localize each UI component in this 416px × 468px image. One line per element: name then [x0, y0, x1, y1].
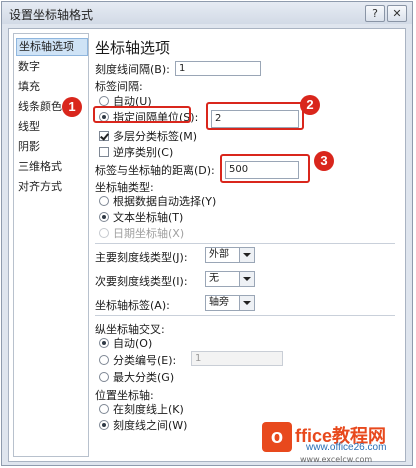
cross-category-number-label: 分类编号(E):: [113, 354, 177, 367]
axis-type-text-label: 文本坐标轴(T): [113, 211, 184, 224]
major-tick-value: 外部: [209, 249, 229, 260]
label-interval-group-label: 标签间隔:: [95, 80, 143, 93]
position-between-tick-label: 刻度线之间(W): [113, 419, 188, 432]
sidebar-item-line-style[interactable]: 线型: [18, 118, 86, 136]
label-interval-auto-radio[interactable]: [99, 96, 109, 106]
sidebar-item-number[interactable]: 数字: [18, 58, 86, 76]
office-logo-icon: o: [262, 422, 292, 452]
separator: [95, 315, 395, 316]
watermark-url: www.excelcw.com: [300, 455, 373, 464]
callout-2: 2: [300, 95, 320, 115]
chevron-down-icon: [239, 272, 254, 286]
cross-category-number-input[interactable]: 1: [191, 351, 283, 366]
position-on-tick-label: 在刻度线上(K): [113, 403, 184, 416]
title-bar: 设置坐标轴格式 ? ✕: [2, 2, 412, 24]
multilevel-label: 多层分类标签(M): [113, 130, 198, 143]
panel-heading: 坐标轴选项: [95, 39, 171, 57]
axis-labels-value: 轴旁: [209, 297, 229, 308]
chevron-down-icon: [239, 296, 254, 310]
sidebar-item-fill[interactable]: 填充: [18, 78, 86, 96]
chevron-down-icon: [239, 248, 254, 262]
minor-tick-select[interactable]: 无: [205, 271, 255, 287]
axis-type-date-label: 日期坐标轴(X): [113, 227, 185, 240]
minor-tick-value: 无: [209, 273, 219, 284]
axis-type-text-radio[interactable]: [99, 212, 109, 222]
sidebar-item-3d-format[interactable]: 三维格式: [18, 158, 86, 176]
axis-labels-label: 坐标轴标签(A):: [95, 299, 170, 312]
tick-interval-input[interactable]: 1: [175, 61, 261, 76]
sidebar-item-alignment[interactable]: 对齐方式: [18, 178, 86, 196]
major-tick-select[interactable]: 外部: [205, 247, 255, 263]
highlight-box-3: [220, 154, 310, 183]
callout-3: 3: [314, 151, 334, 171]
reverse-categories-checkbox[interactable]: [99, 147, 109, 157]
highlight-box-2: [206, 102, 304, 130]
cross-category-number-radio[interactable]: [99, 355, 109, 365]
cross-max-category-radio[interactable]: [99, 372, 109, 382]
highlight-box-1: [93, 106, 191, 123]
minor-tick-label: 次要刻度线类型(I):: [95, 275, 188, 288]
help-icon[interactable]: ?: [365, 5, 385, 22]
cross-auto-radio[interactable]: [99, 338, 109, 348]
cross-max-category-label: 最大分类(G): [113, 371, 175, 384]
axis-type-auto-radio[interactable]: [99, 196, 109, 206]
reverse-categories-label: 逆序类别(C): [113, 146, 174, 159]
axis-type-auto-label: 根据数据自动选择(Y): [113, 195, 217, 208]
dialog-body: 坐标轴选项 数字 填充 线条颜色 线型 阴影 三维格式 对齐方式 坐标轴选项 刻…: [8, 28, 406, 462]
axis-options-panel: 坐标轴选项 刻度线间隔(B): 1 标签间隔: 自动(U) 指定间隔单位(S):…: [93, 33, 401, 457]
position-between-tick-radio[interactable]: [99, 420, 109, 430]
tick-interval-label: 刻度线间隔(B):: [95, 63, 170, 76]
category-sidebar: 坐标轴选项 数字 填充 线条颜色 线型 阴影 三维格式 对齐方式: [13, 33, 89, 457]
multilevel-checkbox[interactable]: [99, 131, 109, 141]
format-axis-dialog: 设置坐标轴格式 ? ✕ 坐标轴选项 数字 填充 线条颜色 线型 阴影 三维格式 …: [1, 1, 413, 466]
major-tick-label: 主要刻度线类型(J):: [95, 251, 188, 264]
window-title: 设置坐标轴格式: [9, 8, 94, 22]
axis-labels-select[interactable]: 轴旁: [205, 295, 255, 311]
sidebar-item-axis-options[interactable]: 坐标轴选项: [16, 38, 88, 56]
cross-auto-label: 自动(O): [113, 337, 153, 350]
axis-type-date-radio[interactable]: [99, 228, 109, 238]
watermark-site: www.office26.com: [306, 442, 387, 453]
sidebar-item-shadow[interactable]: 阴影: [18, 138, 86, 156]
close-icon[interactable]: ✕: [387, 5, 407, 22]
position-on-tick-radio[interactable]: [99, 404, 109, 414]
callout-1: 1: [62, 97, 82, 117]
separator: [95, 243, 395, 244]
label-distance-label: 标签与坐标轴的距离(D):: [95, 164, 215, 177]
